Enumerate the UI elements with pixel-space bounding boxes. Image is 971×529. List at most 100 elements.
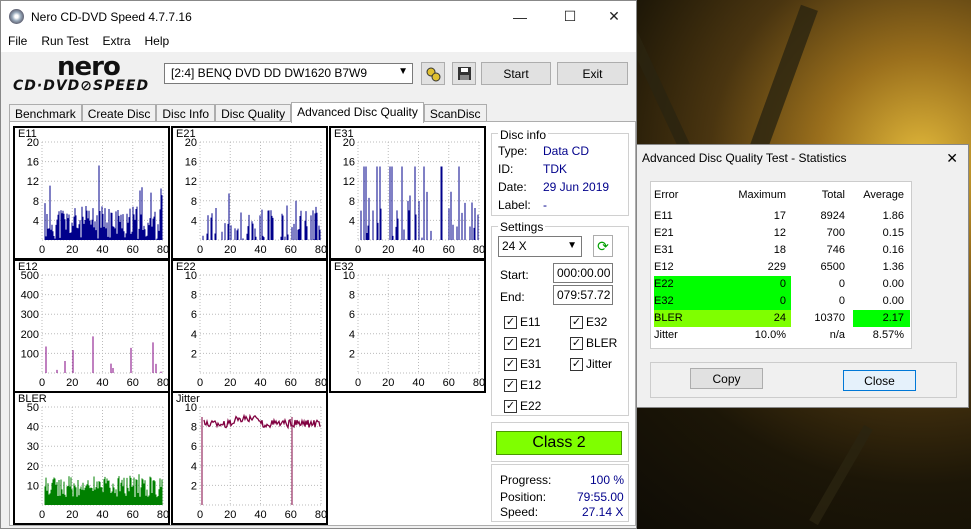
menu-help[interactable]: Help [138,32,177,52]
x-tick-label: 40 [412,377,424,389]
stat-cell: 0.00 [882,295,904,307]
statistics-row: E11 17 8924 1.86 [651,208,913,225]
x-tick-label: 80 [157,244,168,256]
start-time-input[interactable]: 000:00.00 [553,263,613,283]
chart-title: E12 [18,261,38,273]
close-button[interactable]: ✕ [591,1,637,32]
main-window: Nero CD-DVD Speed 4.7.7.16 — ☐ ✕ File Ru… [0,0,637,529]
y-tick-label: 4 [33,215,39,227]
stat-cell: Average [863,189,904,201]
chart-title: E31 [334,128,354,140]
y-tick-label: 2 [191,348,197,360]
chart-title: E32 [334,261,354,273]
checkbox-e21[interactable]: ✓ E21 [504,336,541,350]
chart-plot: 5004003002001000 20 40 60 80 [21,270,168,389]
chart-e32: 10 8 6 4 2 0 20 40 60 80 E32 [329,259,486,393]
close-icon[interactable]: ✕ [946,150,958,167]
copy-button[interactable]: Copy [690,368,763,389]
menu-file[interactable]: File [1,32,34,52]
stat-cell: 746 [826,244,845,256]
check-icon: ✓ [504,336,517,350]
speed-select[interactable]: 24 X ▼ [498,236,582,257]
stat-cell: 24 [773,312,786,324]
settings-title: Settings [498,220,546,234]
stat-cell: E21 [654,227,674,239]
save-icon [457,67,471,80]
maximize-button[interactable]: ☐ [547,1,593,32]
chart-e12: 500 400 300 200 100 0 20 40 60 80 E12 [13,259,170,393]
exit-button[interactable]: Exit [557,62,628,85]
drive-select[interactable]: [2:4] BENQ DVD DD DW1620 B7W9 ▼ [164,63,413,84]
stat-cell: 0 [838,278,845,290]
refresh-speed-button[interactable]: ⟳ [593,235,613,257]
y-tick-label: 30 [27,441,39,453]
chart-title: E11 [18,128,37,140]
checkbox-e21-label: E21 [520,336,542,350]
x-tick-label: 20 [66,377,78,389]
tab-advanced-disc-quality[interactable]: Advanced Disc Quality [291,102,424,123]
stat-cell: 12 [773,227,786,239]
label-label: Label: [498,198,531,212]
statistics-table: Error Maximum Total Average E11 17 8924 1.86 E21… [650,181,912,349]
start-button[interactable]: Start [481,62,551,85]
chart-plot: 201612840 20 40 60 80 [185,137,326,256]
x-tick-label: 40 [96,244,108,256]
drive-info-button[interactable] [421,62,445,85]
type-label: Type: [498,144,528,158]
x-tick-label: 40 [96,377,108,389]
checkbox-e32[interactable]: ✓ E32 [570,315,607,329]
x-tick-label: 60 [127,509,139,521]
date-value: 29 Jun 2019 [543,180,610,194]
chevron-down-icon: ▼ [567,240,577,251]
stat-cell: 229 [767,261,786,273]
stat-cell: 0 [779,295,786,307]
drive-select-value: [2:4] BENQ DVD DD DW1620 B7W9 [171,66,368,80]
close-dialog-button[interactable]: Close [843,370,916,391]
y-tick-label: 12 [343,176,355,188]
checkbox-e22-label: E22 [520,399,542,413]
x-tick-label: 0 [197,244,203,256]
x-tick-label: 80 [315,244,326,256]
checkbox-e32-label: E32 [586,315,608,329]
speed-value: 27.14 X [582,505,624,519]
checkbox-e11[interactable]: ✓ E11 [504,315,540,329]
x-tick-label: 20 [224,377,236,389]
stat-cell: 8.57% [872,329,904,341]
statistics-dialog: Advanced Disc Quality Test - Statistics … [636,144,969,408]
stat-cell: 0.16 [882,244,904,256]
x-tick-label: 0 [355,377,361,389]
stat-cell: 8924 [820,210,845,222]
y-tick-label: 16 [27,157,39,169]
menu-run-test[interactable]: Run Test [34,32,95,52]
x-tick-label: 80 [157,377,168,389]
checkbox-bler-label: BLER [586,336,618,350]
stat-cell: E11 [654,210,673,222]
check-icon: ✓ [504,357,517,371]
checkbox-e12[interactable]: ✓ E12 [504,378,541,392]
x-tick-label: 20 [382,244,394,256]
y-tick-label: 4 [349,215,355,227]
checkbox-e12-label: E12 [520,378,542,392]
chart-plot: 1086420 20 40 60 80 [185,270,326,389]
y-tick-label: 12 [185,176,197,188]
progress-value: 100 % [590,473,625,487]
checkbox-e31[interactable]: ✓ E31 [504,357,541,371]
advanced-disc-quality-panel: 20 16 12 8 4 0 20 40 60 80 E11 20 16 12 8 4 0 20 40 60 80 E21… [9,121,636,526]
statistics-row: E12 229 6500 1.36 [651,259,913,276]
title-bar: Nero CD-DVD Speed 4.7.7.16 — ☐ ✕ [1,1,636,32]
end-time-input[interactable]: 079:57.72 [553,285,613,305]
minimize-button[interactable]: — [497,1,543,32]
check-icon: ✓ [504,378,517,392]
chart-e22: 10 8 6 4 2 0 20 40 60 80 E22 [171,259,328,393]
statistics-title: Advanced Disc Quality Test - Statistics [642,151,847,165]
checkbox-jitter[interactable]: ✓ Jitter [570,357,612,371]
menu-extra[interactable]: Extra [95,32,137,52]
id-value: TDK [543,162,567,176]
stat-cell: 0 [838,295,845,307]
checkbox-e22[interactable]: ✓ E22 [504,399,541,413]
statistics-header-row: Error Maximum Total Average [651,187,913,204]
chart-e31: 20 16 12 8 4 0 20 40 60 80 E31 [329,126,486,260]
save-button[interactable] [452,62,476,85]
nero-logo: nero CD·DVD⊘SPEED [9,52,159,94]
checkbox-bler[interactable]: ✓ BLER [570,336,617,350]
